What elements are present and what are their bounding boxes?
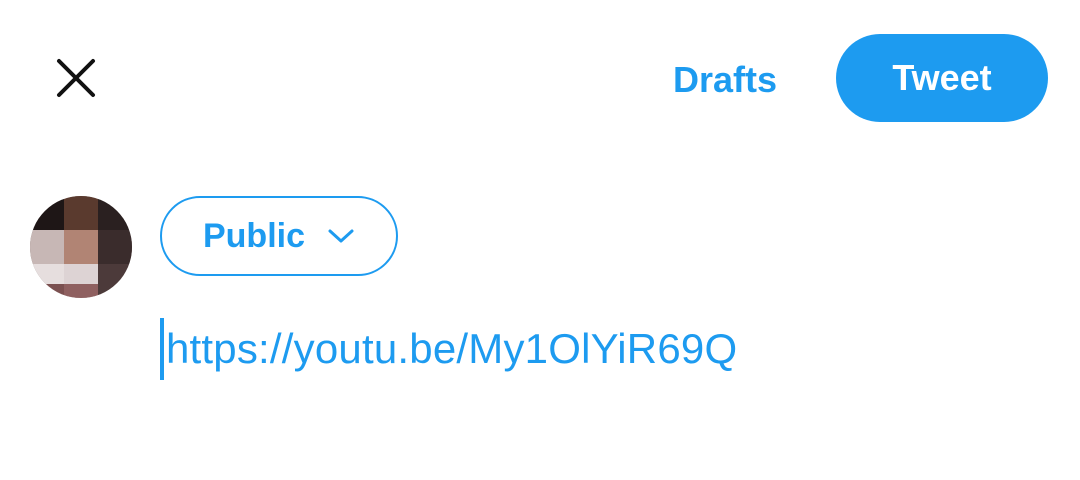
tweet-text-input[interactable]: https://youtu.be/My1OlYiR69Q (160, 318, 737, 380)
close-icon (57, 59, 95, 97)
tweet-text: https://youtu.be/My1OlYiR69Q (166, 325, 738, 372)
drafts-label: Drafts (672, 59, 778, 100)
text-caret (160, 318, 164, 380)
tweet-button-label: Tweet (892, 57, 992, 98)
drafts-link[interactable]: Drafts (650, 52, 800, 108)
avatar[interactable] (30, 196, 132, 298)
close-button[interactable] (48, 50, 104, 106)
chevron-down-icon (328, 229, 354, 243)
audience-selector-button[interactable]: Public (160, 196, 398, 276)
audience-label: Public (202, 216, 306, 255)
tweet-button[interactable]: Tweet (836, 34, 1048, 122)
avatar-image (30, 196, 132, 298)
